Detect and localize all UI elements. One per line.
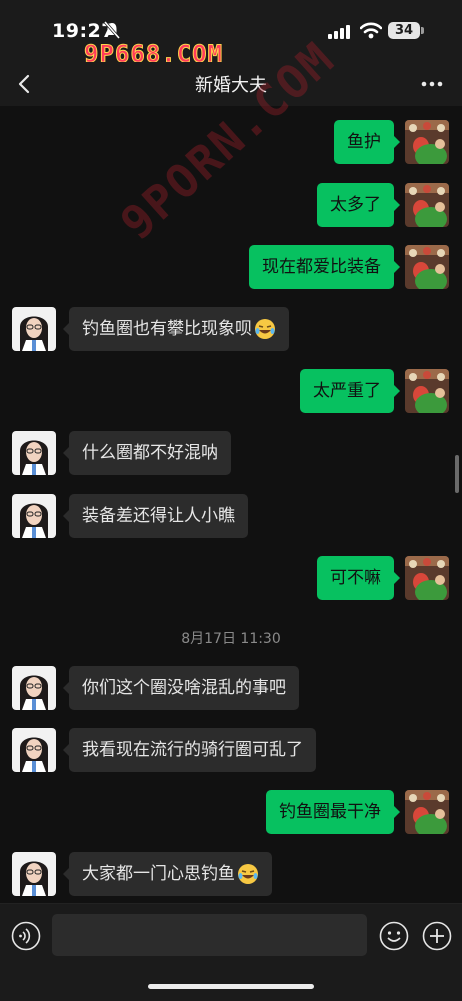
my-avatar[interactable] [405,245,449,289]
contact-avatar[interactable] [12,494,56,538]
message-bubble-incoming[interactable]: 我看现在流行的骑行圈可乱了 [63,728,316,772]
contact-avatar[interactable] [12,852,56,896]
voice-input-icon[interactable] [11,921,41,951]
wifi-icon [360,22,382,39]
more-actions-plus-icon[interactable] [422,921,452,951]
my-avatar[interactable] [405,369,449,413]
more-options-icon[interactable] [414,70,450,98]
contact-avatar[interactable] [12,307,56,351]
laugh-cry-emoji-icon [255,319,275,339]
my-avatar[interactable] [405,183,449,227]
home-indicator[interactable] [148,984,314,989]
my-avatar[interactable] [405,790,449,834]
message-bubble-incoming[interactable]: 大家都一门心思钓鱼 [63,852,272,896]
message-bubble-outgoing[interactable]: 太严重了 [300,369,400,413]
battery-tip [421,27,424,34]
message-input[interactable] [52,914,367,956]
message-bubble-incoming[interactable]: 你们这个圈没啥混乱的事吧 [63,666,299,710]
battery-indicator: 34 [388,22,420,39]
message-timestamp: 8月17日 11:30 [181,631,281,647]
message-bubble-outgoing[interactable]: 太多了 [317,183,400,227]
my-avatar[interactable] [405,120,449,164]
message-bubble-incoming[interactable]: 钓鱼圈也有攀比现象呗 [63,307,289,351]
chat-header: 新婚大夫 [0,62,462,106]
message-bubble-outgoing[interactable]: 可不嘛 [317,556,400,600]
message-bubble-incoming[interactable]: 装备差还得让人小瞧 [63,494,248,538]
message-bubble-incoming[interactable]: 什么圈都不好混呐 [63,431,231,475]
chat-title: 新婚大夫 [195,75,267,96]
contact-avatar[interactable] [12,666,56,710]
cellular-signal-icon [328,25,350,39]
scrollbar[interactable] [455,455,459,493]
message-text: 钓鱼圈也有攀比现象呗 [82,319,252,339]
message-bubble-outgoing[interactable]: 鱼护 [334,120,400,164]
bell-muted-icon [104,21,120,39]
emoji-picker-icon[interactable] [379,921,409,951]
contact-avatar[interactable] [12,728,56,772]
message-bubble-outgoing[interactable]: 钓鱼圈最干净 [266,790,400,834]
status-bar: 19:27 9P668.COM 34 [0,0,462,69]
laugh-cry-emoji-icon [238,864,258,884]
message-text: 大家都一门心思钓鱼 [82,864,235,884]
contact-avatar[interactable] [12,431,56,475]
message-bubble-outgoing[interactable]: 现在都爱比装备 [249,245,400,289]
my-avatar[interactable] [405,556,449,600]
